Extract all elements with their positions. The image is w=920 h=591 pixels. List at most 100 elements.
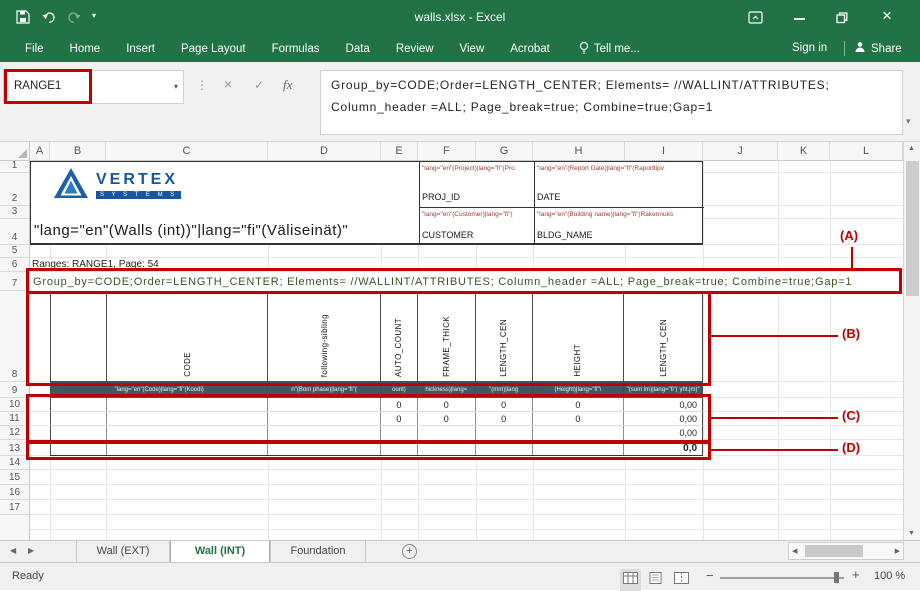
row-header-1[interactable]: 1 [0,161,30,173]
sum-cell[interactable] [418,442,476,455]
tab-data[interactable]: Data [333,43,383,55]
zoom-out-button[interactable]: − [706,568,714,583]
row-header-11[interactable]: 11 [0,412,30,426]
row-header-17[interactable]: 17 [0,500,30,515]
data-cell[interactable]: 0 [533,398,625,411]
column-header-j[interactable]: J [703,142,778,161]
new-sheet-button[interactable]: + [402,544,417,559]
cell-project-lang[interactable]: "lang="en"(Project)|lang="fi"(Pro [422,165,532,172]
tab-file[interactable]: File [12,43,57,55]
data-cell[interactable] [51,412,107,425]
header-cell-height[interactable]: HEIGHT [533,292,625,381]
tab-acrobat[interactable]: Acrobat [497,43,563,55]
sheet-nav-left-icon[interactable]: ◀ [10,546,16,555]
cell-building-lang[interactable]: "lang="en"(Building name)|lang="fi"(Rake… [537,211,701,218]
column-header-a[interactable]: A [30,142,50,161]
ribbon-display-options-icon[interactable] [748,10,763,30]
header-cell-following-sibling[interactable]: following-sibling [268,292,381,381]
select-all-corner[interactable] [0,142,30,161]
view-normal-icon[interactable] [620,569,641,591]
column-header-k[interactable]: K [778,142,830,161]
cell-bldg-name[interactable]: BLDG_NAME [537,230,593,240]
table-sum-row[interactable]: 0,0 [50,440,703,456]
restore-button[interactable] [836,11,848,29]
hscroll-right-icon[interactable]: ▶ [895,547,900,555]
row-header-8[interactable]: 8 [0,291,30,382]
table-data-row[interactable]: 0 0 0 0 0,00 [50,398,703,412]
data-cell[interactable] [381,426,418,440]
data-cell[interactable] [51,398,107,411]
row-header-15[interactable]: 15 [0,470,30,485]
row-header-13[interactable]: 13 [0,440,30,456]
table-lang-row[interactable]: "lang="en"(Code)|lang="fi"(Koodi) n"(Bom… [50,382,703,398]
sheet-tab-foundation[interactable]: Foundation [270,541,366,562]
table-header-row[interactable]: CODE following-sibling AUTO_COUNT FRAME_… [50,291,703,382]
row-header-4[interactable]: 4 [0,219,30,245]
column-header-h[interactable]: H [533,142,625,161]
sum-cell[interactable] [381,442,418,455]
row-header-2[interactable]: 2 [0,173,30,206]
report-header-block[interactable]: VERTEX S Y S T E M S "lang="en"(Project)… [30,161,703,245]
cell-walls-title[interactable]: "lang="en"(Walls (int))"|lang="fi"(Välis… [34,222,348,239]
row-header-3[interactable]: 3 [0,206,30,219]
insert-function-icon[interactable]: fx [283,77,292,93]
hscroll-left-icon[interactable]: ◀ [792,547,797,555]
data-cell[interactable] [51,426,107,440]
cell-group-by-row[interactable]: Group_by=CODE;Order=LENGTH_CENTER; Eleme… [30,272,903,291]
name-box-dropdown-icon[interactable]: ▾ [174,82,178,91]
scroll-up-icon[interactable]: ▲ [908,145,915,152]
data-cell[interactable]: 0 [476,398,533,411]
zoom-in-button[interactable]: + [852,567,860,582]
column-header-e[interactable]: E [381,142,418,161]
row-header-6[interactable]: 6 [0,258,30,272]
data-cell[interactable] [107,426,269,440]
minimize-button[interactable] [794,18,805,20]
data-cell[interactable] [476,426,533,440]
name-box[interactable]: RANGE1 ▾ [3,70,184,104]
header-cell-auto-count[interactable]: AUTO_COUNT [381,292,418,381]
row-header-10[interactable]: 10 [0,398,30,412]
sign-in-link[interactable]: Sign in [792,42,827,54]
tab-insert[interactable]: Insert [113,43,168,55]
zoom-level[interactable]: 100 % [874,570,905,582]
tab-formulas[interactable]: Formulas [259,43,333,55]
tab-review[interactable]: Review [383,43,447,55]
zoom-slider-track[interactable] [720,577,844,579]
data-cell[interactable]: 0 [418,398,476,411]
tell-me[interactable]: Tell me... [579,41,640,57]
cell-ranges[interactable]: Ranges: RANGE1, Page: 54 [31,259,162,270]
row-header-12[interactable]: 12 [0,426,30,440]
column-header-b[interactable]: B [50,142,106,161]
data-cell[interactable]: 0,00 [624,398,702,411]
row-header-16[interactable]: 16 [0,485,30,500]
sum-cell[interactable] [476,442,533,455]
sheet-tab-wall-int[interactable]: Wall (INT) [170,541,270,562]
scroll-down-icon[interactable]: ▼ [908,530,915,537]
formula-bar-grip-icon[interactable]: ⋮ [196,78,208,92]
cell-customer-lang[interactable]: "lang="en"(Customer)|lang="fi"( [422,211,532,218]
data-cell[interactable]: 0,00 [624,412,702,425]
data-cell[interactable]: 0 [381,412,418,425]
header-cell-frame-thick[interactable]: FRAME_THICK [418,292,476,381]
vertical-scrollbar[interactable]: ▲ ▼ [903,142,920,540]
formula-input[interactable]: Group_by=CODE;Order=LENGTH_CENTER; Eleme… [320,70,903,135]
data-cell[interactable]: 0 [476,412,533,425]
column-header-g[interactable]: G [476,142,533,161]
header-cell-length-cen[interactable]: LENGTH_CEN [476,292,533,381]
view-page-layout-icon[interactable] [648,571,663,589]
table-data-row[interactable]: 0 0 0 0 0,00 [50,412,703,426]
share-button[interactable]: Share [854,41,902,56]
data-cell[interactable] [107,412,269,425]
formula-enter-icon[interactable]: ✓ [254,78,264,92]
cell-proj-id[interactable]: PROJ_ID [422,192,460,202]
data-cell[interactable] [268,412,381,425]
formula-bar-expand-icon[interactable]: ▾ [906,116,911,127]
sum-cell[interactable] [107,442,269,455]
header-cell-length-cen-2[interactable]: LENGTH_CEN [624,292,702,381]
column-header-c[interactable]: C [106,142,268,161]
column-header-l[interactable]: L [830,142,903,161]
horizontal-scroll-thumb[interactable] [805,545,863,557]
sum-cell[interactable] [51,442,107,455]
zoom-slider-thumb[interactable] [834,572,839,583]
sum-cell[interactable] [268,442,381,455]
